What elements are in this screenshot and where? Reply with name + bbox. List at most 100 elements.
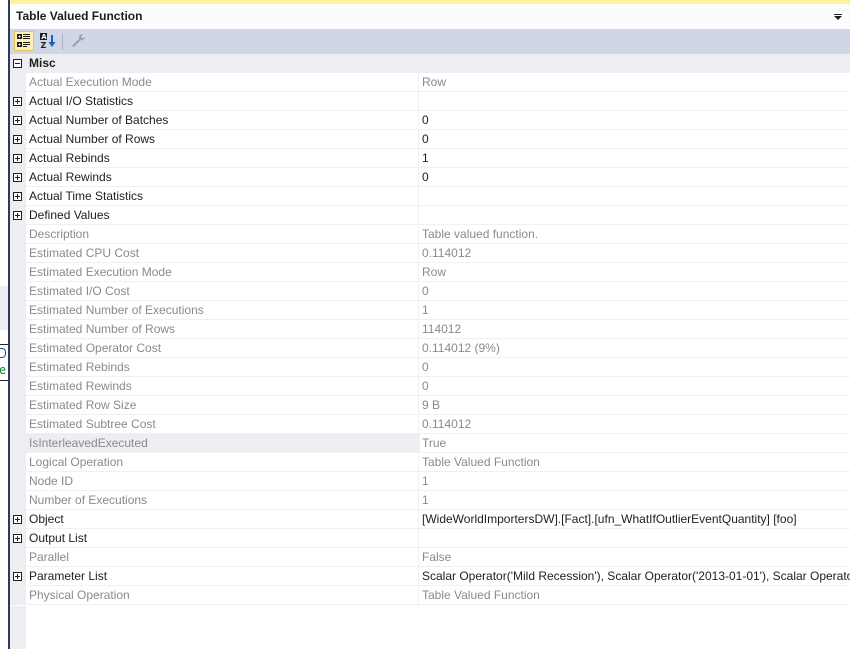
property-name: IsInterleavedExecuted <box>26 434 420 453</box>
gutter <box>10 301 26 320</box>
property-row[interactable]: Object [WideWorldImportersDW].[Fact].[ufn… <box>10 510 850 529</box>
property-row[interactable]: Actual I/O Statistics <box>10 92 850 111</box>
property-value[interactable]: [WideWorldImportersDW].[Fact].[ufn_WhatI… <box>418 510 850 529</box>
property-row[interactable]: Description Table valued function. <box>10 225 850 244</box>
property-row[interactable]: Actual Execution Mode Row <box>10 73 850 92</box>
property-name: Actual Number of Rows <box>26 130 420 149</box>
alphabetical-button[interactable]: A Z <box>38 31 58 51</box>
property-name: Logical Operation <box>26 453 420 472</box>
property-row[interactable]: Estimated Rebinds 0 <box>10 358 850 377</box>
property-value[interactable]: True <box>418 434 850 453</box>
expand-icon[interactable] <box>13 572 22 581</box>
property-row[interactable]: Estimated CPU Cost 0.114012 <box>10 244 850 263</box>
categorized-icon <box>17 34 30 47</box>
property-row[interactable]: Estimated Execution Mode Row <box>10 263 850 282</box>
property-value[interactable]: False <box>418 548 850 567</box>
object-selector[interactable]: Table Valued Function <box>10 4 850 29</box>
property-value[interactable]: Table valued function. <box>418 225 850 244</box>
property-value[interactable]: Row <box>418 73 850 92</box>
gutter <box>10 263 26 282</box>
property-value[interactable]: Scalar Operator('Mild Recession'), Scala… <box>418 567 850 586</box>
property-value[interactable]: Table Valued Function <box>418 586 850 605</box>
property-value[interactable]: 0 <box>418 168 850 187</box>
svg-text:A: A <box>41 33 47 41</box>
background-strip <box>0 286 8 330</box>
property-value[interactable] <box>418 187 850 206</box>
property-name: Estimated Rewinds <box>26 377 420 396</box>
property-row[interactable]: Actual Number of Batches 0 <box>10 111 850 130</box>
category-row-misc[interactable]: Misc <box>10 54 850 73</box>
property-row[interactable]: Estimated I/O Cost 0 <box>10 282 850 301</box>
expand-icon[interactable] <box>13 173 22 182</box>
chevron-down-icon[interactable] <box>834 14 842 20</box>
property-value[interactable]: 1 <box>418 301 850 320</box>
property-value[interactable]: 0 <box>418 358 850 377</box>
property-row[interactable]: Estimated Rewinds 0 <box>10 377 850 396</box>
property-value[interactable]: 0 <box>418 130 850 149</box>
property-row[interactable]: Estimated Subtree Cost 0.114012 <box>10 415 850 434</box>
property-name: Description <box>26 225 420 244</box>
categorized-button[interactable] <box>14 31 34 51</box>
expand-icon[interactable] <box>13 97 22 106</box>
property-row[interactable]: Physical Operation Table Valued Function <box>10 586 850 605</box>
property-pages-button[interactable] <box>68 31 88 51</box>
expand-icon[interactable] <box>13 534 22 543</box>
property-name: Estimated Subtree Cost <box>26 415 420 434</box>
property-value[interactable]: 1 <box>418 149 850 168</box>
property-row[interactable]: Logical Operation Table Valued Function <box>10 453 850 472</box>
gutter <box>10 225 26 244</box>
property-value[interactable]: 1 <box>418 472 850 491</box>
property-row[interactable]: Parallel False <box>10 548 850 567</box>
property-name: Estimated Execution Mode <box>26 263 420 282</box>
property-row[interactable]: Actual Number of Rows 0 <box>10 130 850 149</box>
property-value[interactable]: Table Valued Function <box>418 453 850 472</box>
object-title: Table Valued Function <box>16 9 143 23</box>
property-value[interactable]: 0 <box>418 377 850 396</box>
property-row[interactable]: Number of Executions 1 <box>10 491 850 510</box>
background-glyph <box>0 348 6 358</box>
property-value[interactable]: Row <box>418 263 850 282</box>
property-row[interactable]: Output List <box>10 529 850 548</box>
gutter <box>10 282 26 301</box>
property-value[interactable]: 0 <box>418 111 850 130</box>
collapse-icon[interactable] <box>13 59 22 68</box>
expand-icon[interactable] <box>13 211 22 220</box>
property-row[interactable]: Node ID 1 <box>10 472 850 491</box>
property-row[interactable]: Actual Time Statistics <box>10 187 850 206</box>
property-row[interactable]: IsInterleavedExecuted True <box>10 434 850 453</box>
expand-icon[interactable] <box>13 135 22 144</box>
expand-icon[interactable] <box>13 515 22 524</box>
background-window-edge: e <box>0 0 8 649</box>
property-grid: Misc Actual Execution Mode Row Actual I/O … <box>10 54 850 605</box>
expand-icon[interactable] <box>13 192 22 201</box>
gutter <box>10 453 26 472</box>
property-value[interactable]: 0.114012 <box>418 415 850 434</box>
property-name: Object <box>26 510 420 529</box>
gutter <box>10 377 26 396</box>
property-row[interactable]: Estimated Number of Rows 114012 <box>10 320 850 339</box>
property-row[interactable]: Estimated Number of Executions 1 <box>10 301 850 320</box>
property-value[interactable] <box>418 92 850 111</box>
property-name: Actual Rewinds <box>26 168 420 187</box>
property-row[interactable]: Estimated Operator Cost 0.114012 (9%) <box>10 339 850 358</box>
property-value[interactable]: 9 B <box>418 396 850 415</box>
property-value[interactable]: 1 <box>418 491 850 510</box>
property-value[interactable]: 114012 <box>418 320 850 339</box>
property-row[interactable]: Actual Rebinds 1 <box>10 149 850 168</box>
property-value[interactable] <box>418 206 850 225</box>
property-value[interactable]: 0.114012 (9%) <box>418 339 850 358</box>
property-value[interactable]: 0 <box>418 282 850 301</box>
gutter <box>10 415 26 434</box>
property-value[interactable] <box>418 529 850 548</box>
property-value[interactable]: 0.114012 <box>418 244 850 263</box>
property-name: Estimated Number of Rows <box>26 320 420 339</box>
properties-window: Table Valued Function A Z Misc Actual Ex… <box>8 0 850 649</box>
property-row[interactable]: Parameter List Scalar Operator('Mild Rece… <box>10 567 850 586</box>
property-name: Physical Operation <box>26 586 420 605</box>
property-row[interactable]: Estimated Row Size 9 B <box>10 396 850 415</box>
property-row[interactable]: Defined Values <box>10 206 850 225</box>
gutter <box>10 472 26 491</box>
expand-icon[interactable] <box>13 154 22 163</box>
expand-icon[interactable] <box>13 116 22 125</box>
property-row[interactable]: Actual Rewinds 0 <box>10 168 850 187</box>
